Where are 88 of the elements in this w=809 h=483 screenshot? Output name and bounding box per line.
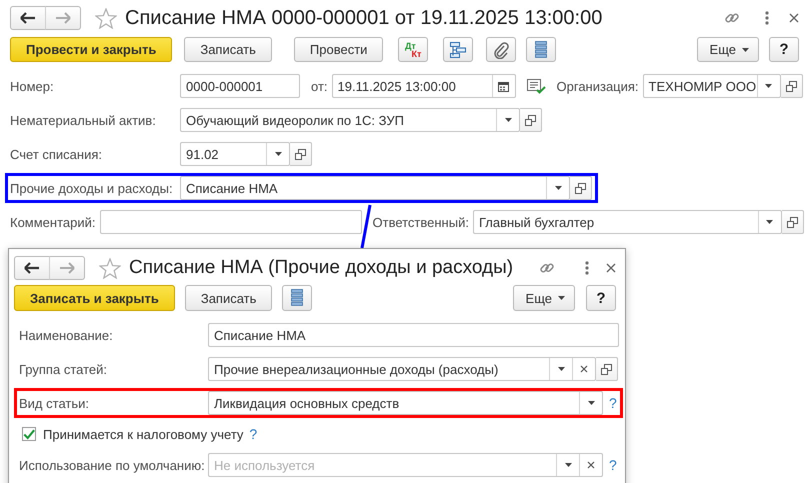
field-label: Вид статьи: xyxy=(19,396,90,410)
help-button[interactable]: ? xyxy=(586,285,616,311)
debit-credit-button[interactable]: Дт Кт xyxy=(398,37,428,62)
field-label: Группа статей: xyxy=(19,362,108,376)
list-button[interactable] xyxy=(526,37,556,62)
open-form-icon xyxy=(601,364,612,374)
calendar-icon xyxy=(498,80,510,92)
post-close-button[interactable]: Записать и закрыть xyxy=(14,285,175,311)
checkmark-icon xyxy=(23,428,35,440)
caret-icon xyxy=(765,84,772,88)
structure-button[interactable] xyxy=(443,37,474,62)
more-menu-button[interactable]: Еще xyxy=(696,37,759,62)
field-label: Комментарий: xyxy=(10,214,96,230)
caret-icon xyxy=(564,463,572,467)
more-icon[interactable] xyxy=(765,11,769,25)
more-menu-button[interactable]: Еще xyxy=(512,285,575,311)
caret-icon xyxy=(504,118,512,122)
field-label: Счет списания: xyxy=(10,146,104,162)
back-button[interactable] xyxy=(10,6,46,30)
attach-button[interactable] xyxy=(486,37,516,62)
clear-icon xyxy=(580,365,588,373)
field-label: Наименование: xyxy=(19,328,114,342)
caret-icon xyxy=(274,152,282,156)
leader-line xyxy=(360,204,372,248)
open-button[interactable] xyxy=(780,74,803,98)
help-link[interactable]: ? xyxy=(609,395,617,411)
field-label: Организация: xyxy=(556,78,639,94)
back-arrow-icon xyxy=(24,262,40,274)
caret-icon xyxy=(554,186,562,190)
window-title: Списание НМА (Прочие доходы и расходы) xyxy=(129,257,514,279)
input-field[interactable]: Списание НМА xyxy=(208,323,619,347)
input-field[interactable]: Прочие внереализационные доходы (расходы) xyxy=(208,357,596,381)
open-button[interactable] xyxy=(782,210,804,234)
open-form-icon xyxy=(786,216,798,228)
input-field[interactable]: 19.11.2025 13:00:00 xyxy=(332,74,516,98)
caret-icon xyxy=(588,401,594,405)
open-form-icon xyxy=(295,148,306,160)
input-field[interactable]: 0000-000001 xyxy=(180,74,300,98)
input-field[interactable]: Главный бухгалтер xyxy=(472,210,782,234)
field-label: Использование по умолчанию: xyxy=(19,458,206,472)
star-icon[interactable] xyxy=(95,8,117,28)
window-title: Списание НМА 0000-000001 от 19.11.2025 13:00:00 xyxy=(125,6,604,30)
input-field[interactable]: ТЕХНОМИР ООО xyxy=(642,74,781,98)
back-button[interactable] xyxy=(14,256,50,280)
open-form-icon xyxy=(786,80,797,92)
list-icon xyxy=(535,40,548,58)
open-button[interactable] xyxy=(570,176,592,200)
caret-icon xyxy=(766,220,774,224)
toolbar-button[interactable]: Записать xyxy=(184,37,272,62)
input-field[interactable]: Ликвидация основных средств xyxy=(208,391,603,415)
back-arrow-icon xyxy=(20,12,36,24)
checkbox-label[interactable]: Принимается к налоговому учету xyxy=(43,426,244,442)
field-label: от: xyxy=(311,78,328,94)
star-icon[interactable] xyxy=(99,258,121,278)
open-form-icon xyxy=(575,182,586,194)
structure-icon xyxy=(449,40,468,58)
forward-arrow-icon xyxy=(55,12,71,24)
close-icon[interactable] xyxy=(606,263,616,273)
open-form-icon xyxy=(525,114,536,126)
help-link[interactable]: ? xyxy=(609,457,617,473)
input-field[interactable] xyxy=(100,210,362,234)
field-label: Нематериальный актив: xyxy=(10,112,157,128)
caret-icon xyxy=(558,367,564,371)
toolbar-button[interactable]: Провести xyxy=(294,37,384,62)
caret-icon xyxy=(558,296,565,300)
input-field[interactable]: 91.02 xyxy=(180,142,290,166)
field-label: Номер: xyxy=(10,78,55,94)
document-check-icon[interactable] xyxy=(526,78,546,94)
more-icon[interactable] xyxy=(585,261,589,275)
caret-icon xyxy=(742,48,749,52)
help-link[interactable]: ? xyxy=(249,426,258,442)
help-button[interactable]: ? xyxy=(769,37,799,62)
open-button[interactable] xyxy=(520,108,542,132)
list-icon xyxy=(291,289,304,307)
input-field[interactable]: Списание НМА xyxy=(180,176,570,200)
paperclip-icon xyxy=(493,40,510,58)
clear-icon xyxy=(587,461,595,469)
list-button[interactable] xyxy=(282,285,312,311)
field-label: Ответственный: xyxy=(372,214,469,230)
open-button[interactable] xyxy=(290,142,312,166)
toolbar-button[interactable]: Записать xyxy=(184,285,272,311)
close-icon[interactable] xyxy=(789,13,799,23)
post-close-button[interactable]: Провести и закрыть xyxy=(10,37,172,62)
open-button[interactable] xyxy=(596,357,618,381)
field-label: Прочие доходы и расходы: xyxy=(10,180,174,196)
checkbox[interactable] xyxy=(22,427,36,441)
input-field[interactable]: Обучающий видеоролик по 1С: ЗУП xyxy=(180,108,520,132)
forward-arrow-icon xyxy=(59,262,75,274)
